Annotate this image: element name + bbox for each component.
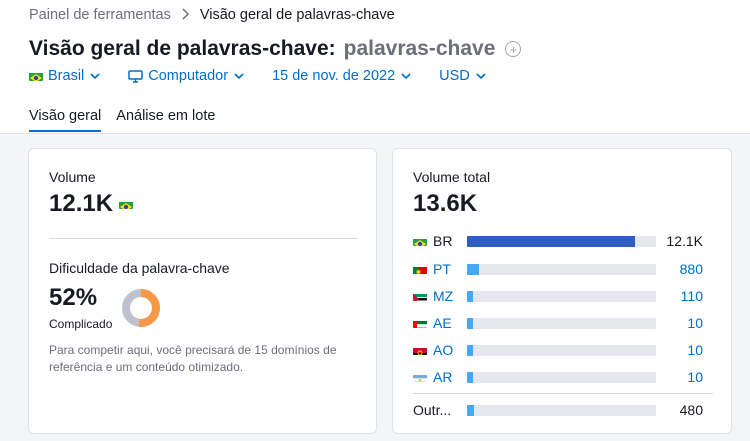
date-label: 15 de nov. de 2022 bbox=[272, 68, 396, 84]
country-code: Outr... bbox=[413, 402, 452, 418]
volume-bar-fill bbox=[467, 263, 480, 275]
currency-label: USD bbox=[439, 68, 470, 84]
uae-flag-icon bbox=[413, 318, 427, 328]
chevron-right-icon bbox=[181, 7, 190, 23]
total-volume-label: Volume total bbox=[413, 169, 491, 185]
country-code[interactable]: AO bbox=[433, 342, 463, 358]
country-volume-value: 480 bbox=[679, 402, 703, 418]
filters-bar: Brasil Computador 15 de nov. de 2022 USD bbox=[29, 68, 514, 84]
kd-level: Complicado bbox=[49, 317, 113, 331]
volume-bar-fill bbox=[467, 344, 473, 356]
volume-bar-track bbox=[467, 344, 656, 356]
country-row[interactable]: AE 10 bbox=[413, 313, 713, 333]
date-selector[interactable]: 15 de nov. de 2022 bbox=[272, 68, 412, 84]
volume-bar-track bbox=[467, 404, 656, 416]
chevron-down-icon bbox=[90, 73, 100, 80]
country-row[interactable]: PT 880 bbox=[413, 259, 713, 279]
volume-difficulty-card: Volume 12.1K Dificuldade da palavra-chav… bbox=[28, 148, 377, 434]
title-row: Visão geral de palavras-chave: palavras-… bbox=[29, 37, 522, 61]
add-keyword-plus-icon[interactable]: + bbox=[505, 41, 522, 57]
country-code: BR bbox=[433, 233, 453, 249]
country-volume-value[interactable]: 10 bbox=[687, 315, 703, 331]
tab-overview[interactable]: Visão geral bbox=[29, 108, 102, 132]
country-volume-value[interactable]: 10 bbox=[687, 342, 703, 358]
country-label: Brasil bbox=[48, 68, 85, 84]
angola-flag-icon bbox=[413, 345, 427, 355]
device-label: Computador bbox=[148, 68, 229, 84]
volume-value: 12.1K bbox=[49, 190, 114, 217]
country-row: BR 12.1K bbox=[413, 231, 713, 251]
chevron-down-icon bbox=[476, 73, 486, 80]
volume-bar-track bbox=[467, 263, 656, 275]
country-row[interactable]: MZ 110 bbox=[413, 286, 713, 306]
country-code[interactable]: MZ bbox=[433, 288, 463, 304]
kd-value: 52% bbox=[49, 284, 98, 311]
breadcrumb: Painel de ferramentas Visão geral de pal… bbox=[29, 7, 395, 23]
card-divider bbox=[49, 238, 358, 239]
monitor-icon bbox=[128, 69, 144, 83]
country-row: Outr... 480 bbox=[413, 400, 713, 420]
brazil-flag-icon bbox=[119, 199, 134, 209]
volume-bar-fill bbox=[467, 317, 473, 329]
brazil-flag-icon bbox=[29, 71, 43, 81]
chevron-down-icon bbox=[234, 73, 244, 80]
kd-description: Para competir aqui, você precisará de 15… bbox=[49, 343, 337, 374]
mozambique-flag-icon bbox=[413, 291, 427, 301]
currency-selector[interactable]: USD bbox=[439, 68, 487, 84]
volume-label: Volume bbox=[49, 169, 96, 185]
total-volume-card: Volume total 13.6K BR 12.1K PT 880 MZ 110 AE 10… bbox=[392, 148, 732, 434]
country-code[interactable]: PT bbox=[433, 261, 463, 277]
brazil-flag-icon bbox=[413, 236, 427, 246]
volume-bar-track bbox=[467, 371, 656, 383]
country-volume-value[interactable]: 880 bbox=[680, 261, 703, 277]
volume-bar-fill bbox=[467, 404, 474, 416]
kd-donut-chart bbox=[122, 289, 160, 327]
kd-label: Dificuldade da palavra-chave bbox=[49, 260, 230, 276]
breadcrumb-current: Visão geral de palavras-chave bbox=[199, 7, 395, 23]
country-volume-value[interactable]: 10 bbox=[687, 369, 703, 385]
volume-bar-fill bbox=[467, 371, 473, 383]
tab-batch-analysis[interactable]: Análise em lote bbox=[116, 108, 215, 132]
country-selector[interactable]: Brasil bbox=[29, 68, 101, 84]
total-volume-value: 13.6K bbox=[413, 190, 478, 217]
chevron-down-icon bbox=[401, 73, 411, 80]
portugal-flag-icon bbox=[413, 264, 427, 274]
country-code[interactable]: AE bbox=[433, 315, 463, 331]
rows-divider bbox=[413, 393, 713, 394]
volume-bar-track bbox=[467, 290, 656, 302]
country-row[interactable]: AO 10 bbox=[413, 340, 713, 360]
argentina-flag-icon bbox=[413, 372, 427, 382]
volume-bar-fill bbox=[467, 235, 636, 247]
volume-bar-track bbox=[467, 235, 656, 247]
country-row[interactable]: AR 10 bbox=[413, 367, 713, 387]
volume-bar-track bbox=[467, 317, 656, 329]
volume-bar-fill bbox=[467, 290, 473, 302]
page-keyword: palavras-chave bbox=[343, 37, 496, 60]
breadcrumb-root-link[interactable]: Painel de ferramentas bbox=[29, 7, 171, 23]
page-title: Visão geral de palavras-chave: bbox=[29, 37, 336, 60]
country-volume-value: 12.1K bbox=[666, 233, 703, 249]
country-volume-value[interactable]: 110 bbox=[681, 288, 703, 304]
country-code[interactable]: AR bbox=[433, 369, 463, 385]
device-selector[interactable]: Computador bbox=[128, 68, 245, 84]
tabs: Visão geral Análise em lote bbox=[29, 108, 215, 132]
